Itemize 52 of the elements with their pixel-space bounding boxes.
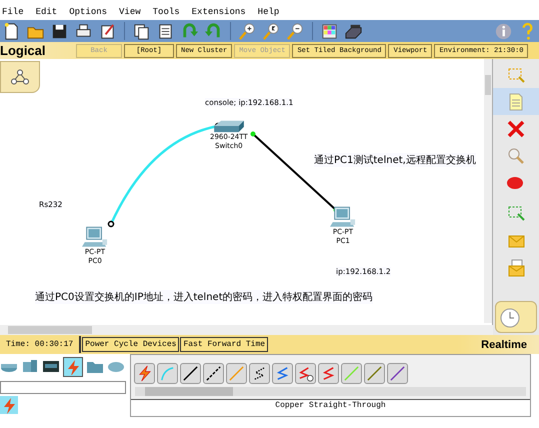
envelope-icon [506, 258, 526, 278]
delete-icon [506, 118, 526, 138]
cable-icon [297, 365, 314, 382]
status-button[interactable]: Power Cycle Devices [82, 337, 180, 352]
cable-icon [136, 365, 153, 382]
cable-icon [182, 365, 199, 382]
realtime-clock-icon[interactable] [495, 301, 537, 333]
workspace-label: Logical [0, 43, 47, 58]
zoom-reset-icon[interactable] [262, 22, 281, 40]
magnifier-icon [506, 146, 526, 166]
palette-icon[interactable] [320, 22, 339, 40]
copy-icon[interactable] [132, 22, 151, 40]
menu-item[interactable]: Options [69, 7, 108, 17]
pc-icon[interactable] [330, 206, 356, 228]
cable-icon [159, 365, 176, 382]
zoom-out-icon[interactable] [286, 22, 305, 40]
cable-icon [274, 365, 291, 382]
cable-icon [366, 365, 383, 382]
info-icon[interactable] [494, 22, 513, 40]
topology-icon [10, 69, 30, 85]
vertical-scrollbar[interactable] [484, 59, 492, 323]
mode-label: Realtime [481, 338, 528, 350]
hub-icon [42, 358, 60, 374]
canvas-note[interactable]: 通过PC1测试telnet,远程配置交换机 [314, 153, 476, 167]
menu-item[interactable]: Extensions [192, 7, 246, 17]
cable-icon [343, 365, 360, 382]
horizontal-scrollbar[interactable] [0, 325, 493, 335]
switch-icon[interactable] [212, 119, 246, 133]
logical-tab[interactable] [0, 61, 40, 93]
search-field[interactable] [0, 381, 126, 394]
switch-icon [21, 358, 39, 374]
cable-icon [228, 365, 245, 382]
tool-button[interactable] [493, 88, 539, 115]
status-button[interactable]: Fast Forward Time [180, 337, 268, 352]
cable-icon [205, 365, 222, 382]
cable-icon [320, 365, 337, 382]
menu-item[interactable]: Help [258, 7, 280, 17]
zoom-in-icon[interactable] [238, 22, 257, 40]
horizontal-scrollbar[interactable] [135, 387, 526, 396]
menu-item[interactable]: Tools [152, 7, 180, 17]
menu-item[interactable]: Edit [36, 7, 58, 17]
resize-icon [506, 204, 526, 224]
cable-icon [389, 365, 406, 382]
cable-button[interactable] [203, 363, 224, 384]
canvas-note[interactable]: 通过PC0设置交换机的IP地址，进入telnet的密码，进入特权配置界面的密码 [35, 290, 373, 304]
cable-type-label: Copper Straight-Through [275, 401, 386, 410]
cable-button[interactable] [180, 363, 201, 384]
device-subcategory[interactable] [0, 396, 18, 414]
cable-button[interactable] [249, 363, 270, 384]
menu-item[interactable]: File [2, 7, 24, 17]
menu-item[interactable]: View [119, 7, 141, 17]
pc-icon[interactable] [82, 226, 108, 248]
